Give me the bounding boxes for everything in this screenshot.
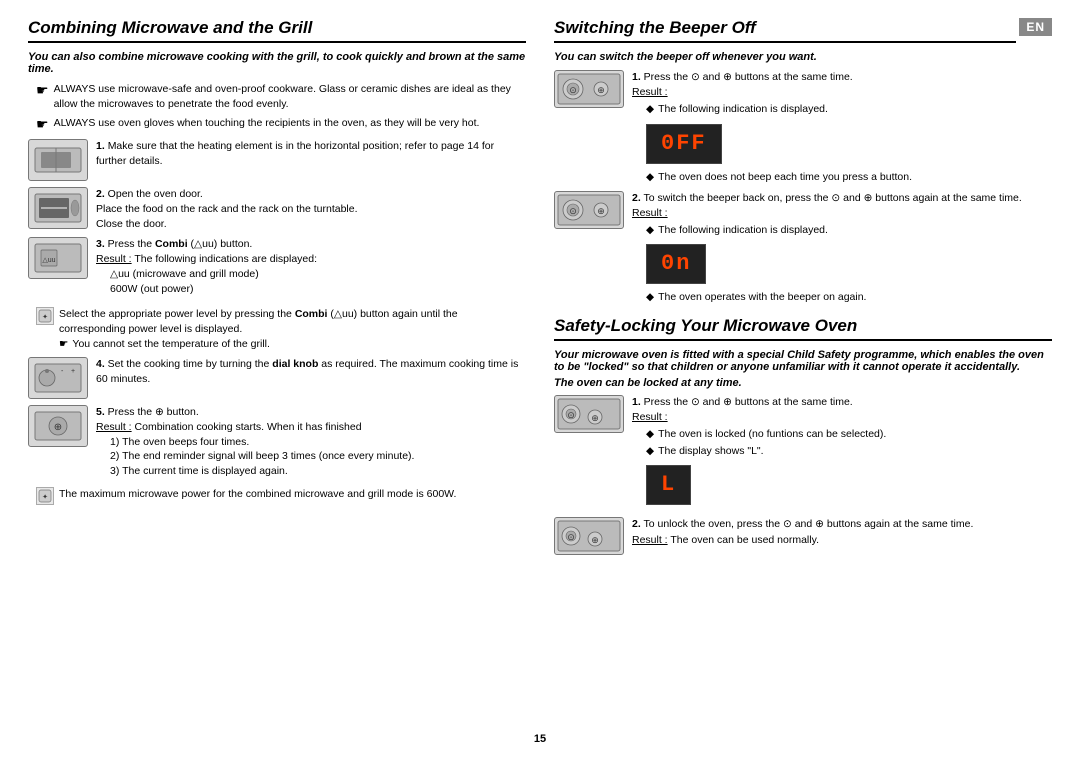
svg-text:⊕: ⊕ <box>591 413 599 423</box>
svg-text:✦: ✦ <box>42 493 48 501</box>
safety-subtitle2: The oven can be locked at any time. <box>554 377 1052 389</box>
svg-text:+: + <box>71 368 75 375</box>
step3-sub-note: ✦ Select the appropriate power level by … <box>36 307 526 351</box>
svg-text:⊕: ⊕ <box>597 85 605 95</box>
beeper-step1-bullet2-text: The oven does not beep each time you pre… <box>658 170 912 185</box>
step-row-5: ⊕ 5. Press the ⊕ button. Result : Combin… <box>28 405 526 478</box>
beeper-step1-content: 1. Press the ⊙ and ⊕ buttons at the same… <box>632 70 1052 185</box>
beeper-step2-bullet1: ◆ The following indication is displayed. <box>646 223 1052 238</box>
safety-step2-result-label: Result : <box>632 534 668 546</box>
step3-sub-icon: ✦ <box>36 307 54 325</box>
step3-sub-text: Select the appropriate power level by pr… <box>59 307 526 351</box>
two-column-layout: Combining Microwave and the Grill You ca… <box>28 18 1052 727</box>
safety-step2-num: 2. <box>632 518 641 530</box>
svg-text:△uu: △uu <box>42 257 55 264</box>
bottom-note: ✦ The maximum microwave power for the co… <box>36 487 526 505</box>
en-badge: EN <box>1019 18 1052 36</box>
step3-num: 3. <box>96 238 105 250</box>
left-section-subtitle: You can also combine microwave cooking w… <box>28 51 526 75</box>
safety-step1-content: 1. Press the ⊙ and ⊕ buttons at the same… <box>632 395 1052 512</box>
bullet-arrow-icon: ☛ <box>36 82 49 99</box>
bullet-arrow-icon-2: ☛ <box>36 116 49 133</box>
page-number: 15 <box>28 733 1052 745</box>
step2-image <box>28 187 88 229</box>
step3-image: △uu <box>28 237 88 279</box>
right-column: EN Switching the Beeper Off You can swit… <box>554 18 1052 727</box>
beeper-step1-bullet1-text: The following indication is displayed. <box>658 102 828 117</box>
step-row-3: △uu 3. Press the Combi (△uu) button. Res… <box>28 237 526 296</box>
step1-image <box>28 139 88 181</box>
svg-text:⊕: ⊕ <box>54 422 62 433</box>
bullet-text-1: ALWAYS use microwave-safe and oven-proof… <box>54 82 526 111</box>
beeper-step2-row: ⊙ ⊕ 2. To switch the beeper back on, pre… <box>554 191 1052 306</box>
bullet-text-2: ALWAYS use oven gloves when touching the… <box>54 116 480 131</box>
beeper-step2-bullet1-text: The following indication is displayed. <box>658 223 828 238</box>
bullet-note-1: ☛ ALWAYS use microwave-safe and oven-pro… <box>36 82 526 111</box>
safety-step1-image: ⊙ ⊕ <box>554 395 624 433</box>
safety-subtitle: Your microwave oven is fitted with a spe… <box>554 349 1052 373</box>
svg-text:⊙: ⊙ <box>569 206 577 216</box>
safety-step1-row: ⊙ ⊕ 1. Press the ⊙ and ⊕ buttons at the … <box>554 395 1052 512</box>
step4-num: 4. <box>96 358 105 370</box>
step5-result-label: Result : <box>96 421 132 433</box>
beeper-step2-bullet2: ◆ The oven operates with the beeper on a… <box>646 290 1052 305</box>
beeper-step1-bullet1: ◆ The following indication is displayed. <box>646 102 1052 117</box>
svg-text:⊙: ⊙ <box>569 85 577 95</box>
beeper-step1-image: ⊙ ⊕ <box>554 70 624 108</box>
step2-content: 2. Open the oven door.Place the food on … <box>96 187 526 231</box>
step2-num: 2. <box>96 188 105 200</box>
step4-image: - + <box>28 357 88 399</box>
safety-step2-result-text: The oven can be used normally. <box>670 534 819 546</box>
page: Combining Microwave and the Grill You ca… <box>0 0 1080 763</box>
beeper-step2-content: 2. To switch the beeper back on, press t… <box>632 191 1052 306</box>
safety-step1-result-label: Result : <box>632 411 668 423</box>
step3-result-label: Result : <box>96 253 132 265</box>
safety-step1-bullet1-text: The oven is locked (no funtions can be s… <box>658 427 886 442</box>
left-column: Combining Microwave and the Grill You ca… <box>28 18 526 727</box>
step1-text: Make sure that the heating element is in… <box>96 140 494 167</box>
safety-L-display: L <box>646 465 691 505</box>
beeper-step1-bullet2: ◆ The oven does not beep each time you p… <box>646 170 1052 185</box>
safety-step1-bullet2: ◆ The display shows "L". <box>646 444 1052 459</box>
step-row-2: 2. Open the oven door.Place the food on … <box>28 187 526 231</box>
beeper-step1-row: ⊙ ⊕ 1. Press the ⊙ and ⊕ buttons at the … <box>554 70 1052 185</box>
beeper-step2-bullet2-text: The oven operates with the beeper on aga… <box>658 290 866 305</box>
bottom-note-icon: ✦ <box>36 487 54 505</box>
left-section-title: Combining Microwave and the Grill <box>28 18 526 43</box>
svg-text:⊕: ⊕ <box>597 206 605 216</box>
svg-text:⊙: ⊙ <box>567 532 575 542</box>
steps-area: 1. Make sure that the heating element is… <box>28 139 526 478</box>
step1-num: 1. <box>96 140 105 152</box>
beeper-step2-num: 2. <box>632 192 641 204</box>
bullet-note-2: ☛ ALWAYS use oven gloves when touching t… <box>36 116 526 133</box>
safety-step1-bullet1: ◆ The oven is locked (no funtions can be… <box>646 427 1052 442</box>
beeper-off-display: 0FF <box>646 124 722 164</box>
svg-text:✦: ✦ <box>42 313 48 321</box>
beeper-step1-result-label: Result : <box>632 86 668 98</box>
right-section1-title: Switching the Beeper Off <box>554 18 1016 43</box>
step-row-4: - + 4. Set the cooking time by turning t… <box>28 357 526 399</box>
safety-step2-image: ⊙ ⊕ <box>554 517 624 555</box>
step1-content: 1. Make sure that the heating element is… <box>96 139 526 168</box>
beeper-step2-image: ⊙ ⊕ <box>554 191 624 229</box>
safety-step1-bullet2-text: The display shows "L". <box>658 444 764 459</box>
step4-content: 4. Set the cooking time by turning the d… <box>96 357 526 386</box>
bottom-note-text: The maximum microwave power for the comb… <box>59 487 456 502</box>
svg-text:⊙: ⊙ <box>567 410 575 420</box>
step-row-1: 1. Make sure that the heating element is… <box>28 139 526 181</box>
safety-step2-content: 2. To unlock the oven, press the ⊙ and ⊕… <box>632 517 1052 547</box>
step5-image: ⊕ <box>28 405 88 447</box>
safety-step1-num: 1. <box>632 396 641 408</box>
right-section1-subtitle: You can switch the beeper off whenever y… <box>554 51 1052 63</box>
beeper-step1-num: 1. <box>632 71 641 83</box>
beeper-step2-result-label: Result : <box>632 207 668 219</box>
safety-section-title: Safety-Locking Your Microwave Oven <box>554 316 1052 341</box>
safety-step2-row: ⊙ ⊕ 2. To unlock the oven, press the ⊙ a… <box>554 517 1052 555</box>
svg-text:⊕: ⊕ <box>591 535 599 545</box>
step3-content: 3. Press the Combi (△uu) button. Result … <box>96 237 526 296</box>
step5-num: 5. <box>96 406 105 418</box>
step5-content: 5. Press the ⊕ button. Result : Combinat… <box>96 405 526 478</box>
beeper-on-display: 0n <box>646 244 706 284</box>
